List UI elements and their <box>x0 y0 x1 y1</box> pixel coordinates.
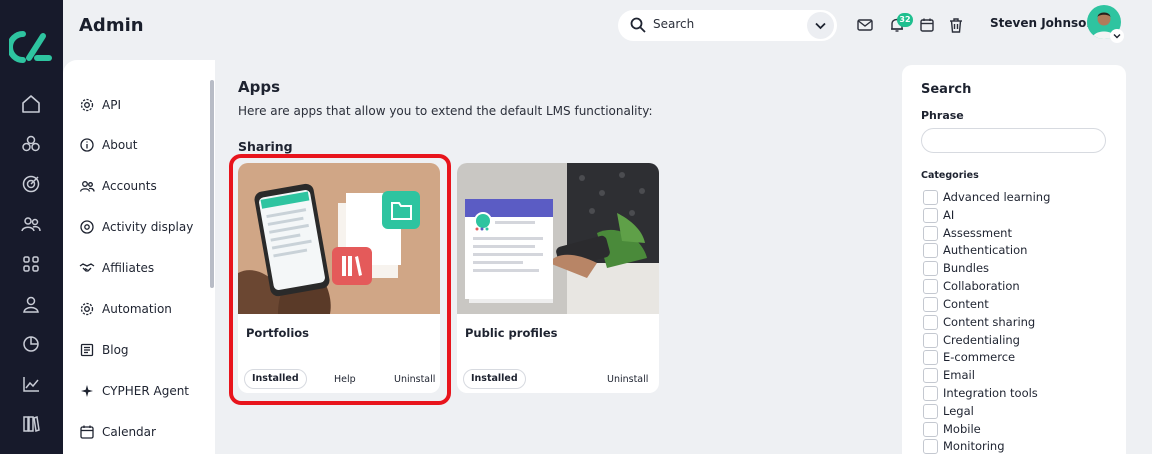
trash-icon[interactable] <box>947 16 965 34</box>
checkbox[interactable] <box>923 421 938 437</box>
search-dropdown-button[interactable] <box>807 12 834 39</box>
categories-label: Categories <box>921 170 979 181</box>
checkbox[interactable] <box>923 296 938 312</box>
user-menu-toggle[interactable] <box>1110 29 1124 43</box>
app-card-public-profiles[interactable]: Public profiles Installed Uninstall <box>457 163 659 393</box>
highlight-annotation <box>229 154 451 405</box>
menu-item-activity-display[interactable]: Activity display <box>79 217 193 237</box>
app-rail <box>0 0 63 454</box>
app-card-title: Public profiles <box>465 326 558 340</box>
phrase-label: Phrase <box>921 109 964 122</box>
category-checkbox[interactable]: Email <box>923 367 975 383</box>
uninstall-link[interactable]: Uninstall <box>607 374 648 385</box>
users-icon[interactable] <box>20 213 42 235</box>
menu-item-cypher-agent[interactable]: CYPHER Agent <box>79 381 189 401</box>
checkbox[interactable] <box>923 278 938 294</box>
chevron-down-icon <box>815 22 826 30</box>
menu-item-calendar[interactable]: Calendar <box>79 422 156 442</box>
menu-item-automation[interactable]: Automation <box>79 299 172 319</box>
category-checkbox[interactable]: Content <box>923 296 989 312</box>
target-icon[interactable] <box>20 173 42 195</box>
circle-dot-icon <box>79 219 95 235</box>
checkbox[interactable] <box>923 225 938 241</box>
home-icon[interactable] <box>20 93 42 115</box>
menu-item-about[interactable]: About <box>79 135 137 155</box>
category-checkbox[interactable]: Credentialing <box>923 332 1020 348</box>
category-checkbox[interactable]: Collaboration <box>923 278 1020 294</box>
menu-item-blog[interactable]: Blog <box>79 340 129 360</box>
phrase-input[interactable] <box>921 128 1106 153</box>
category-heading: Sharing <box>238 139 293 154</box>
category-checkbox[interactable]: E-commerce <box>923 349 1015 365</box>
installed-badge: Installed <box>463 369 526 389</box>
search-input[interactable]: Search <box>653 17 694 31</box>
category-checkbox[interactable]: Monitoring <box>923 438 1005 454</box>
checkbox[interactable] <box>923 332 938 348</box>
checkbox[interactable] <box>923 242 938 258</box>
menu-item-affiliates[interactable]: Affiliates <box>79 258 154 278</box>
info-icon <box>79 137 95 153</box>
checkbox[interactable] <box>923 367 938 383</box>
checkbox[interactable] <box>923 207 938 223</box>
checkbox[interactable] <box>923 385 938 401</box>
filter-panel: Search Phrase Categories Advanced learni… <box>902 65 1126 454</box>
pie-chart-icon[interactable] <box>20 333 42 355</box>
menu-item-api[interactable]: API <box>79 95 121 115</box>
handshake-icon <box>79 260 95 276</box>
user-icon[interactable] <box>20 293 42 315</box>
user-name[interactable]: Steven Johnson <box>990 16 1095 30</box>
apps-grid-icon[interactable] <box>20 253 42 275</box>
users-icon <box>79 178 95 194</box>
checkbox[interactable] <box>923 438 938 454</box>
catalog-icon[interactable] <box>20 133 42 155</box>
category-checkbox[interactable]: Legal <box>923 403 974 419</box>
chevron-down-icon <box>1113 34 1121 39</box>
mail-icon[interactable] <box>856 16 874 34</box>
category-checkbox[interactable]: Authentication <box>923 242 1027 258</box>
category-checkbox[interactable]: Assessment <box>923 225 1012 241</box>
page-title: Admin <box>79 15 144 36</box>
settings-menu: API About Accounts Activity display Affi… <box>63 60 215 454</box>
filter-panel-title: Search <box>921 82 972 97</box>
category-checkbox[interactable]: Integration tools <box>923 385 1038 401</box>
brand-logo[interactable] <box>7 30 53 64</box>
library-icon[interactable] <box>20 413 42 435</box>
calendar-icon <box>79 424 95 440</box>
category-checkbox[interactable]: Content sharing <box>923 314 1035 330</box>
notification-count-badge: 32 <box>897 13 913 27</box>
checkbox[interactable] <box>923 314 938 330</box>
gear-icon <box>79 301 95 317</box>
category-checkbox[interactable]: Advanced learning <box>923 189 1050 205</box>
sparkle-icon <box>79 383 95 399</box>
calendar-icon[interactable] <box>918 16 936 34</box>
checkbox[interactable] <box>923 349 938 365</box>
section-heading: Apps <box>238 78 281 96</box>
app-card-image <box>457 163 659 314</box>
menu-scrollbar[interactable] <box>210 80 214 288</box>
category-checkbox[interactable]: Bundles <box>923 260 989 276</box>
checkbox[interactable] <box>923 403 938 419</box>
category-checkbox[interactable]: AI <box>923 207 954 223</box>
checkbox[interactable] <box>923 260 938 276</box>
blog-icon <box>79 342 95 358</box>
menu-item-accounts[interactable]: Accounts <box>79 176 157 196</box>
search-icon <box>629 16 647 34</box>
line-chart-icon[interactable] <box>20 373 42 395</box>
section-description: Here are apps that allow you to extend t… <box>238 104 653 118</box>
checkbox[interactable] <box>923 189 938 205</box>
category-checkbox[interactable]: Mobile <box>923 421 981 437</box>
global-search[interactable]: Search <box>618 10 837 41</box>
gear-icon <box>79 97 95 113</box>
